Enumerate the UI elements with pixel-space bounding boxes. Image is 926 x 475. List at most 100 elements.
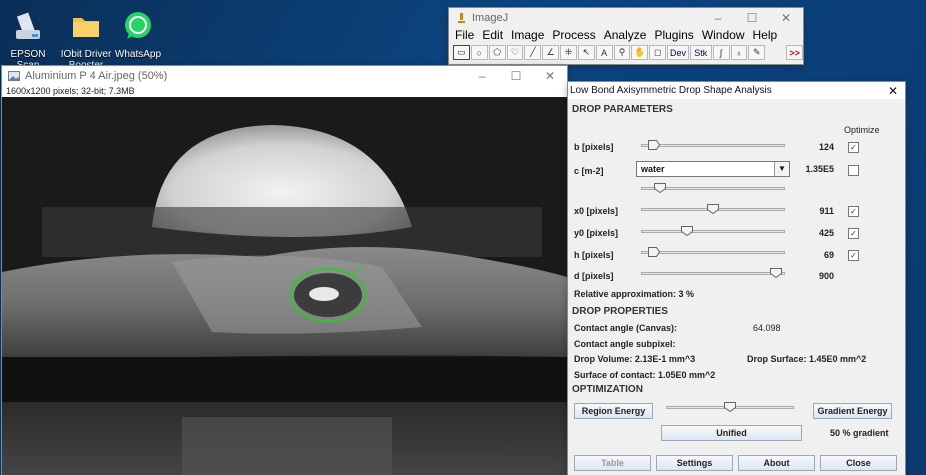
more-tools-icon[interactable]: >> <box>786 45 804 60</box>
slider-thumb[interactable] <box>648 140 660 150</box>
param-c-select[interactable]: water ▼ <box>636 161 790 177</box>
menu-plugins[interactable]: Plugins <box>654 28 693 43</box>
param-x0-label: x0 [pixels] <box>574 206 619 216</box>
param-y0-slider[interactable] <box>641 226 785 236</box>
param-b-value: 124 <box>818 142 834 152</box>
minimize-icon[interactable]: – <box>701 11 735 25</box>
window-title: Aluminium P 4 Air.jpeg (50%) <box>25 70 168 82</box>
slider-thumb[interactable] <box>654 183 666 193</box>
maximize-icon[interactable]: ☐ <box>499 69 533 83</box>
param-h-optimize-checkbox[interactable]: ✓ <box>848 250 859 261</box>
param-h-label: h [pixels] <box>574 250 614 260</box>
relative-approximation: Relative approximation: 3 % <box>574 289 695 299</box>
stk-tool-icon[interactable]: Stk <box>689 45 712 60</box>
imagej-main-window: ImageJ – ☐ ✕ File Edit Image Process Ana… <box>449 8 804 64</box>
point-tool-icon[interactable]: ⁜ <box>560 45 577 60</box>
image-window: Aluminium P 4 Air.jpeg (50%) – ☐ ✕ 1600x… <box>2 66 567 475</box>
wand-tool-icon[interactable]: ↖ <box>577 45 595 60</box>
param-y0-value: 425 <box>818 228 834 238</box>
dialog-titlebar[interactable]: Low Bond Axisymmetric Drop Shape Analysi… <box>568 82 905 99</box>
gradient-energy-button[interactable]: Gradient Energy <box>813 403 892 419</box>
param-b-optimize-checkbox[interactable]: ✓ <box>848 142 859 153</box>
energy-balance-slider[interactable] <box>666 402 794 412</box>
contact-angle-canvas-label: Contact angle (Canvas): <box>574 323 678 333</box>
param-h-slider[interactable] <box>641 247 785 257</box>
optimize-header: Optimize <box>844 125 880 135</box>
region-energy-button[interactable]: Region Energy <box>574 403 653 419</box>
whatsapp-icon <box>125 12 151 39</box>
folder-icon <box>73 18 99 37</box>
minimize-icon[interactable]: – <box>465 69 499 83</box>
slider-thumb[interactable] <box>770 268 782 278</box>
param-d-label: d [pixels] <box>574 271 614 281</box>
hand-tool-icon[interactable]: ✋ <box>631 45 649 60</box>
slider-thumb[interactable] <box>724 402 736 412</box>
image-info: 1600x1200 pixels; 32-bit; 7.3MB <box>6 86 135 96</box>
drop-surface: Drop Surface: 1.45E0 mm^2 <box>747 354 867 364</box>
image-window-titlebar[interactable]: Aluminium P 4 Air.jpeg (50%) – ☐ ✕ <box>2 66 567 86</box>
table-button[interactable]: Table <box>574 455 651 471</box>
microscope-icon <box>458 13 465 23</box>
rectangle-tool-icon[interactable]: ▭ <box>453 45 470 60</box>
text-tool-icon[interactable]: A <box>595 45 613 60</box>
param-b-slider[interactable] <box>641 140 785 150</box>
close-button[interactable]: Close <box>820 455 897 471</box>
color-picker-tool-icon[interactable]: ◻ <box>649 45 667 60</box>
menu-image[interactable]: Image <box>511 28 544 43</box>
param-h-value: 69 <box>823 250 834 260</box>
close-icon[interactable]: ✕ <box>769 11 803 25</box>
param-c-label: c [m-2] <box>574 166 604 176</box>
brush-tool-icon[interactable]: ∫ <box>712 45 730 60</box>
param-x0-slider[interactable] <box>641 204 785 214</box>
section-drop-parameters: DROP PARAMETERS <box>572 104 673 115</box>
flood-fill-tool-icon[interactable]: ♁ <box>730 45 748 60</box>
line-tool-icon[interactable]: ╱ <box>524 45 542 60</box>
dev-tool-icon[interactable]: Dev <box>667 45 689 60</box>
close-icon[interactable]: ✕ <box>881 84 905 98</box>
param-c-value: 1.35E5 <box>805 164 834 174</box>
drop-analysis-dialog: Low Bond Axisymmetric Drop Shape Analysi… <box>568 82 905 475</box>
image-canvas[interactable] <box>2 97 567 475</box>
drop-photo <box>2 97 567 475</box>
settings-button[interactable]: Settings <box>656 455 733 471</box>
menu-bar: File Edit Image Process Analyze Plugins … <box>449 28 803 43</box>
scanner-icon <box>16 12 40 39</box>
slider-thumb[interactable] <box>707 204 719 214</box>
param-c-optimize-checkbox[interactable] <box>848 165 859 176</box>
window-title: ImageJ <box>472 12 509 24</box>
slider-thumb[interactable] <box>681 226 693 236</box>
maximize-icon[interactable]: ☐ <box>735 11 769 25</box>
zoom-tool-icon[interactable]: ⚲ <box>613 45 631 60</box>
desktop-icon-epson-scan[interactable]: EPSON Scan <box>0 10 56 71</box>
imagej-titlebar[interactable]: ImageJ – ☐ ✕ <box>449 8 803 28</box>
param-y0-optimize-checkbox[interactable]: ✓ <box>848 228 859 239</box>
drop-volume: Drop Volume: 2.13E-1 mm^3 <box>574 354 696 364</box>
menu-analyze[interactable]: Analyze <box>604 28 647 43</box>
slider-thumb[interactable] <box>648 247 660 257</box>
freehand-tool-icon[interactable]: ♡ <box>506 45 524 60</box>
contact-angle-canvas-value: 64.098 <box>753 323 781 333</box>
param-x0-value: 911 <box>819 206 834 216</box>
param-x0-optimize-checkbox[interactable]: ✓ <box>848 206 859 217</box>
param-d-slider[interactable] <box>641 268 785 278</box>
menu-process[interactable]: Process <box>552 28 595 43</box>
image-icon <box>8 71 20 81</box>
close-icon[interactable]: ✕ <box>533 69 567 83</box>
oval-tool-icon[interactable]: ○ <box>470 45 488 60</box>
param-c-slider[interactable] <box>641 183 785 193</box>
angle-tool-icon[interactable]: ∠ <box>542 45 560 60</box>
desktop-icon-whatsapp[interactable]: WhatsApp <box>110 10 166 60</box>
menu-file[interactable]: File <box>455 28 474 43</box>
about-button[interactable]: About <box>738 455 815 471</box>
contact-angle-subpixel-label: Contact angle subpixel: <box>574 339 676 349</box>
polygon-tool-icon[interactable]: ⬠ <box>488 45 506 60</box>
menu-edit[interactable]: Edit <box>482 28 503 43</box>
param-b-label: b [pixels] <box>574 142 614 152</box>
param-d-value: 900 <box>818 271 834 281</box>
menu-window[interactable]: Window <box>702 28 745 43</box>
chevron-down-icon[interactable]: ▼ <box>774 162 789 176</box>
unified-button[interactable]: Unified <box>661 425 802 441</box>
menu-help[interactable]: Help <box>753 28 778 43</box>
gradient-percent: 50 % gradient <box>830 428 889 438</box>
pencil-tool-icon[interactable]: ✎ <box>748 45 766 60</box>
